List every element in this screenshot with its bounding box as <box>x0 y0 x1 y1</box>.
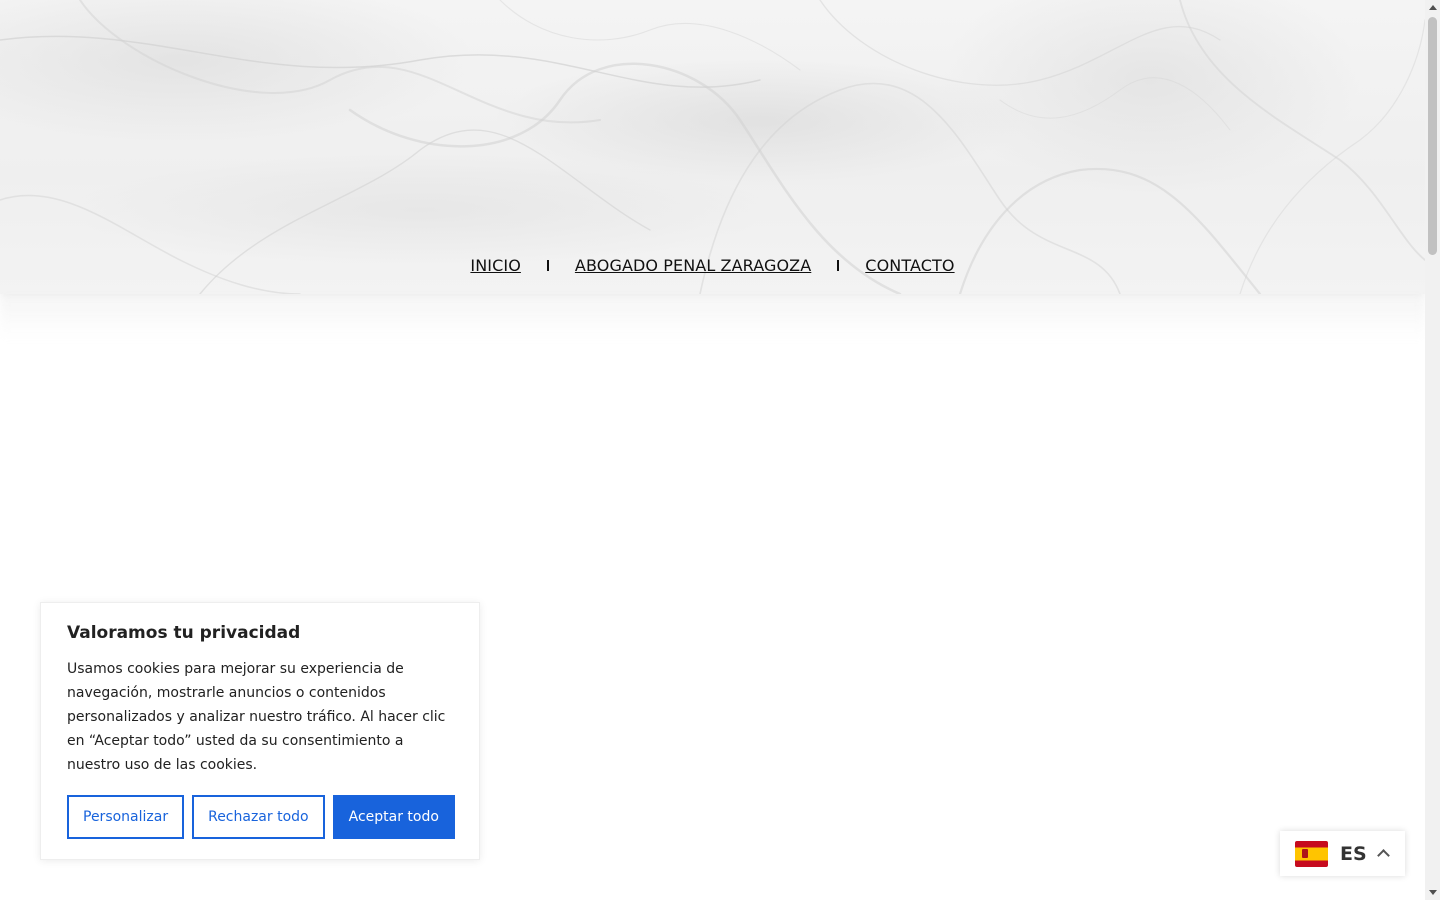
nav-separator <box>546 260 549 271</box>
nav-item-abogado-penal-zaragoza[interactable]: ABOGADO PENAL ZARAGOZA <box>575 256 811 275</box>
customize-button[interactable]: Personalizar <box>67 795 185 839</box>
page-scrollbar[interactable] <box>1425 0 1440 900</box>
nav-item-inicio[interactable]: INICIO <box>470 256 521 275</box>
reject-all-button[interactable]: Rechazar todo <box>192 795 325 839</box>
nav-separator <box>837 260 840 271</box>
cookie-consent-banner: Valoramos tu privacidad Usamos cookies p… <box>40 602 480 860</box>
site-header: INICIO ABOGADO PENAL ZARAGOZA CONTACTO <box>0 0 1425 294</box>
spain-flag-icon <box>1295 840 1328 867</box>
scroll-up-arrow-icon[interactable] <box>1429 5 1437 10</box>
language-switcher[interactable]: ES <box>1280 831 1405 876</box>
header-shadow <box>0 300 1425 340</box>
language-code: ES <box>1340 842 1367 865</box>
scroll-down-arrow-icon[interactable] <box>1429 890 1437 895</box>
page: INICIO ABOGADO PENAL ZARAGOZA CONTACTO V… <box>0 0 1440 900</box>
accept-all-button[interactable]: Aceptar todo <box>332 795 455 839</box>
marble-background <box>0 0 1425 294</box>
scroll-thumb[interactable] <box>1428 17 1437 255</box>
chevron-up-icon <box>1376 849 1390 862</box>
main-navigation: INICIO ABOGADO PENAL ZARAGOZA CONTACTO <box>0 256 1425 275</box>
cookie-banner-title: Valoramos tu privacidad <box>67 623 301 643</box>
nav-item-contacto[interactable]: CONTACTO <box>865 256 954 275</box>
cookie-banner-actions: Personalizar Rechazar todo Aceptar todo <box>67 795 455 839</box>
cookie-banner-text: Usamos cookies para mejorar su experienc… <box>67 661 446 773</box>
flag-emblem <box>1302 848 1308 858</box>
